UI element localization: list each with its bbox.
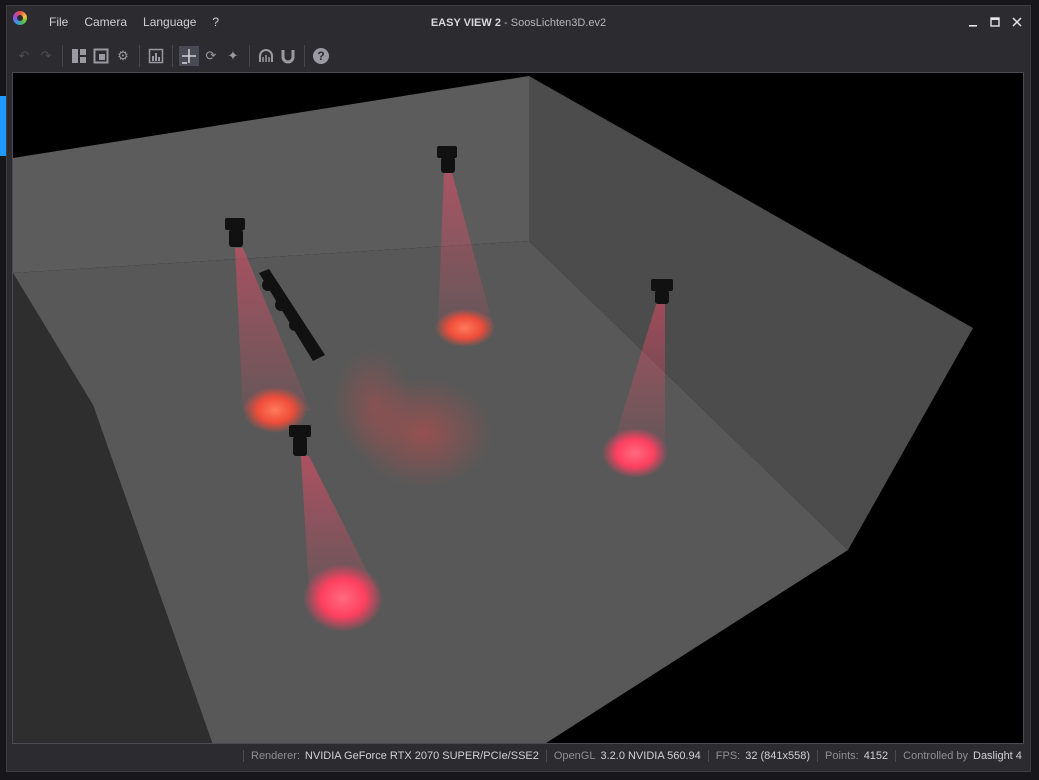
fps-label: FPS: — [715, 750, 741, 762]
stats-icon[interactable] — [146, 46, 166, 66]
toolbar-divider — [304, 45, 305, 67]
redo-icon[interactable]: ↷ — [36, 46, 56, 66]
minimize-button[interactable] — [966, 15, 980, 29]
fps-value: 32 (841x558) — [745, 750, 811, 762]
3d-viewport[interactable] — [12, 72, 1024, 744]
rotate-icon[interactable]: ⟳ — [201, 46, 221, 66]
fixture-icon[interactable] — [256, 46, 276, 66]
window-title: EASY VIEW 2 - SoosLichten3D.ev2 — [7, 17, 1030, 29]
toolbar-divider — [62, 45, 63, 67]
app-name: EASY VIEW 2 — [430, 17, 501, 29]
opengl-status: OpenGL 3.2.0 NVIDIA 560.94 — [545, 750, 708, 762]
light-spot — [602, 428, 668, 478]
help-icon[interactable]: ? — [311, 46, 331, 66]
toolbar-divider — [172, 45, 173, 67]
toolbar-divider — [139, 45, 140, 67]
controlled-value: Daslight 4 — [973, 750, 1022, 762]
points-status: Points: 4152 — [817, 750, 895, 762]
move-icon[interactable] — [179, 46, 199, 66]
magnet-icon[interactable] — [278, 46, 298, 66]
title-separator: - — [500, 17, 511, 29]
layout-icon[interactable] — [69, 46, 89, 66]
points-label: Points: — [825, 750, 859, 762]
file-name: SoosLichten3D.ev2 — [510, 17, 607, 29]
easy-view-window: File Camera Language ? EASY VIEW 2 - Soo… — [6, 5, 1031, 772]
light-spot — [303, 564, 383, 632]
controller-status: Controlled by Daslight 4 — [895, 750, 1029, 762]
window-icon[interactable] — [91, 46, 111, 66]
renderer-status: Renderer: NVIDIA GeForce RTX 2070 SUPER/P… — [243, 750, 546, 762]
undo-icon[interactable]: ↶ — [14, 46, 34, 66]
toolbar: ↶ ↷ ⚙ ⟳ ✦ ? — [13, 42, 1024, 70]
toolbar-divider — [249, 45, 250, 67]
points-value: 4152 — [863, 750, 889, 762]
stage-scene — [13, 76, 973, 743]
renderer-label: Renderer: — [251, 750, 300, 762]
status-bar: Renderer: NVIDIA GeForce RTX 2070 SUPER/P… — [243, 747, 1024, 765]
light-haze — [333, 348, 413, 458]
fps-status: FPS: 32 (841x558) — [707, 750, 817, 762]
target-icon[interactable]: ✦ — [223, 46, 243, 66]
close-button[interactable] — [1010, 15, 1024, 29]
light-spot — [435, 309, 495, 347]
opengl-value: 3.2.0 NVIDIA 560.94 — [600, 750, 701, 762]
svg-text:?: ? — [317, 49, 324, 63]
settings-icon[interactable]: ⚙ — [113, 46, 133, 66]
opengl-label: OpenGL — [553, 750, 596, 762]
renderer-value: NVIDIA GeForce RTX 2070 SUPER/PCIe/SSE2 — [304, 750, 539, 762]
controlled-label: Controlled by — [903, 750, 968, 762]
maximize-button[interactable] — [988, 15, 1002, 29]
window-controls — [966, 15, 1024, 29]
title-bar: File Camera Language ? EASY VIEW 2 - Soo… — [7, 6, 1030, 36]
